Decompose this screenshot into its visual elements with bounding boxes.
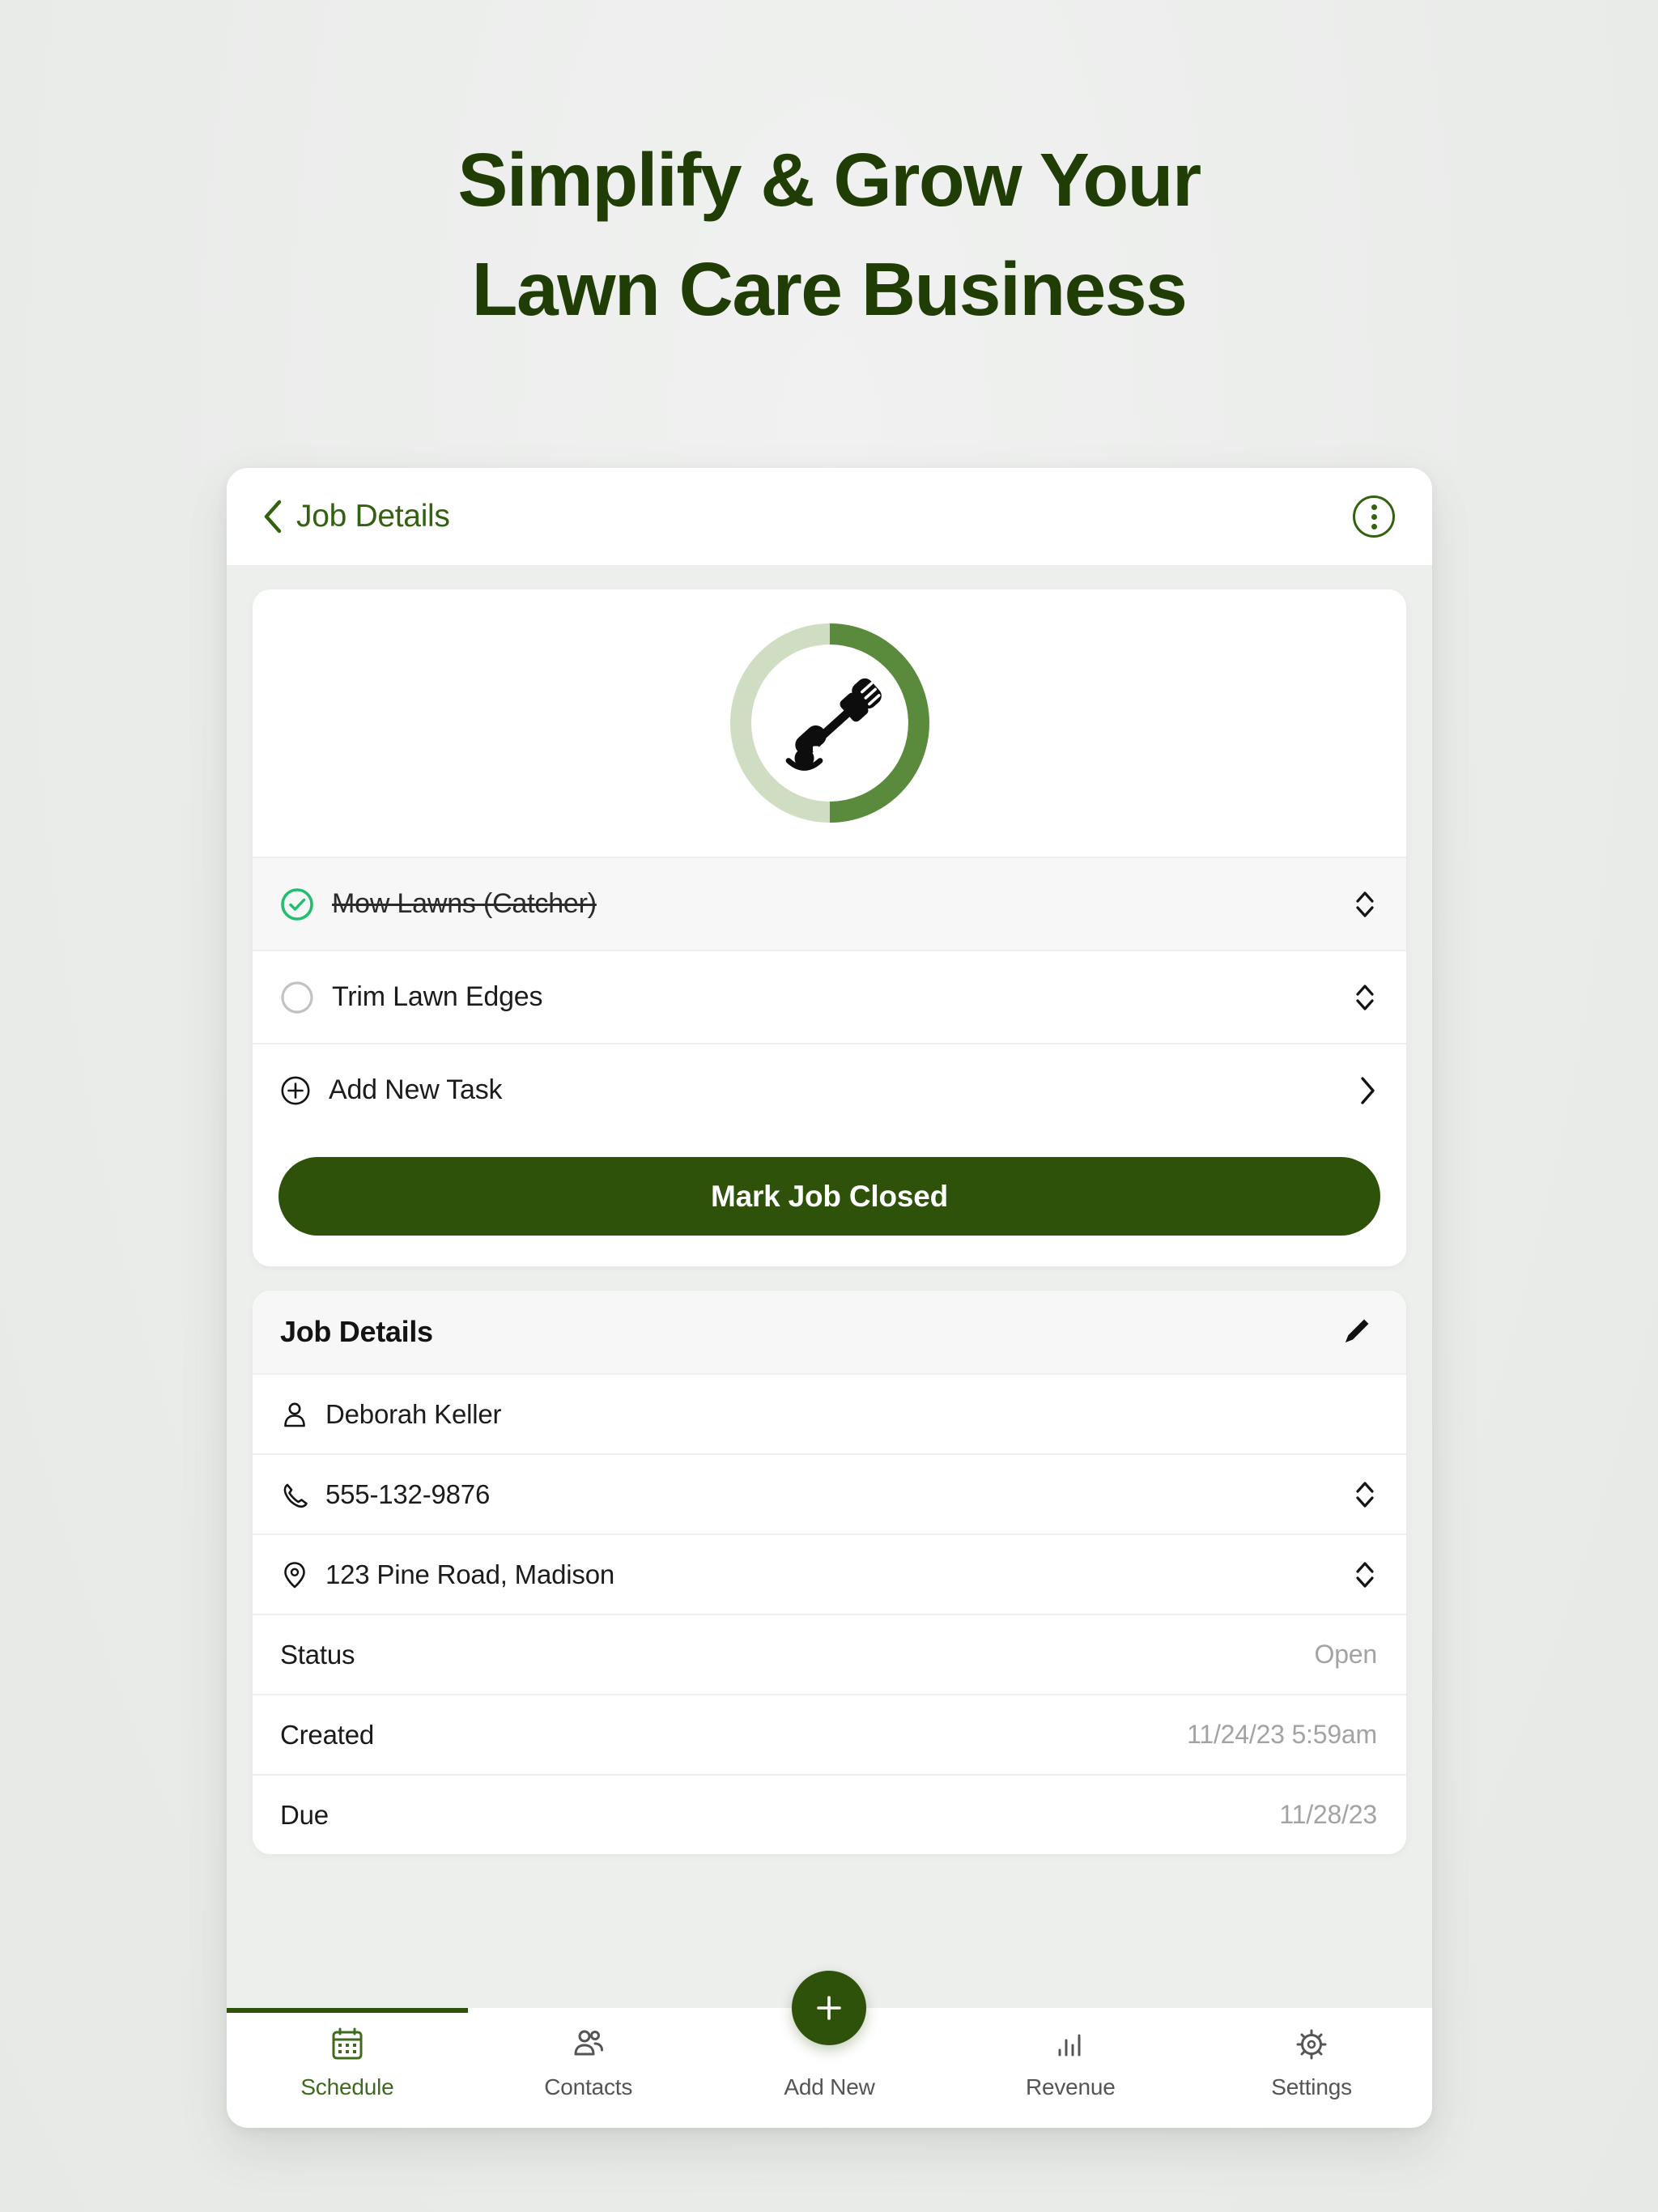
status-row: Status Open <box>253 1614 1406 1694</box>
primary-action-area: Mark Job Closed <box>253 1136 1406 1266</box>
page-title: Simplify & Grow Your Lawn Care Business <box>0 125 1658 344</box>
page-root: Simplify & Grow Your Lawn Care Business … <box>0 0 1658 2212</box>
nav-item-settings[interactable]: Settings <box>1191 2008 1432 2128</box>
due-value: 11/28/23 <box>1279 1800 1377 1829</box>
job-details-title: Job Details <box>280 1315 433 1348</box>
phone-mockup: Job Details Mow Lawns (Catcher) Trim Law… <box>227 468 1432 2128</box>
nav-label-schedule: Schedule <box>300 2074 394 2099</box>
task-row[interactable]: Mow Lawns (Catcher) <box>253 857 1406 950</box>
created-row: Created 11/24/23 5:59am <box>253 1694 1406 1774</box>
add-new-task-row[interactable]: Add New Task <box>253 1043 1406 1136</box>
contact-address-value: 123 Pine Road, Madison <box>325 1559 615 1589</box>
check-circle-empty-icon[interactable] <box>280 981 314 1015</box>
created-label: Created <box>280 1719 375 1750</box>
string-trimmer-icon <box>785 678 882 771</box>
contact-name-row[interactable]: Deborah Keller <box>253 1373 1406 1453</box>
people-icon <box>574 2030 603 2056</box>
gear-icon <box>1296 2029 1327 2060</box>
person-icon <box>284 1402 305 1427</box>
status-badge: Open <box>1314 1640 1378 1669</box>
calendar-icon <box>332 2027 363 2060</box>
add-new-fab[interactable] <box>792 1971 867 2045</box>
app-header-title: Job Details <box>296 499 450 534</box>
job-details-card: Job Details Deborah Keller 555-132-9876 … <box>253 1291 1406 1854</box>
app-body: Mow Lawns (Catcher) Trim Lawn Edges Add … <box>227 565 1432 2008</box>
sort-handle-icon[interactable] <box>1353 980 1377 1015</box>
created-value: 11/24/23 5:59am <box>1187 1720 1377 1749</box>
nav-item-contacts[interactable]: Contacts <box>468 2008 709 2128</box>
app-header: Job Details <box>227 468 1432 565</box>
phone-icon <box>283 1483 308 1508</box>
task-row[interactable]: Trim Lawn Edges <box>253 950 1406 1043</box>
progress-ring <box>727 620 933 826</box>
location-pin-icon <box>284 1561 305 1588</box>
dot <box>1371 523 1377 530</box>
nav-label-contacts: Contacts <box>544 2074 633 2099</box>
contact-address-row[interactable]: 123 Pine Road, Madison <box>253 1534 1406 1614</box>
bar-chart-icon <box>1058 2034 1081 2057</box>
headline-line-2: Lawn Care Business <box>471 246 1188 331</box>
nav-item-schedule[interactable]: Schedule <box>227 2008 468 2128</box>
chevron-left-icon <box>264 500 282 534</box>
chevron-right-icon <box>1361 1076 1375 1104</box>
plus-icon <box>817 1996 842 2020</box>
back-button[interactable]: Job Details <box>262 499 450 534</box>
contact-phone-value: 555-132-9876 <box>325 1478 491 1509</box>
task-label: Trim Lawn Edges <box>332 981 543 1012</box>
kebab-menu-icon[interactable] <box>1353 496 1395 538</box>
job-progress-area <box>253 589 1406 857</box>
sort-handle-icon[interactable] <box>1353 887 1377 922</box>
dot <box>1371 513 1377 520</box>
nav-label-settings: Settings <box>1271 2074 1352 2099</box>
bottom-nav: Schedule Contacts Add New Revenue Settin… <box>227 1971 1432 2128</box>
check-circle-filled-icon[interactable] <box>280 887 314 921</box>
nav-label-revenue: Revenue <box>1025 2074 1116 2099</box>
job-details-header: Job Details <box>253 1291 1406 1373</box>
dot <box>1371 504 1377 510</box>
nav-item-add-new[interactable]: Add New <box>709 1971 950 2128</box>
contact-name-value: Deborah Keller <box>325 1398 502 1429</box>
tasks-card: Mow Lawns (Catcher) Trim Lawn Edges Add … <box>253 589 1406 1266</box>
sort-handle-icon[interactable] <box>1353 1477 1377 1512</box>
plus-circle-icon <box>281 1075 310 1105</box>
contact-phone-row[interactable]: 555-132-9876 <box>253 1453 1406 1534</box>
sort-handle-icon[interactable] <box>1353 1557 1377 1593</box>
mark-job-closed-button[interactable]: Mark Job Closed <box>278 1157 1380 1236</box>
nav-label-add-new: Add New <box>784 2074 875 2099</box>
nav-item-revenue[interactable]: Revenue <box>950 2008 1191 2128</box>
headline-line-1: Simplify & Grow Your <box>457 138 1201 222</box>
due-label: Due <box>280 1799 329 1830</box>
pencil-icon[interactable] <box>1338 1314 1374 1350</box>
add-new-task-label: Add New Task <box>329 1074 503 1105</box>
due-row: Due 11/28/23 <box>253 1774 1406 1854</box>
status-label: Status <box>280 1639 355 1670</box>
task-label: Mow Lawns (Catcher) <box>332 888 597 919</box>
